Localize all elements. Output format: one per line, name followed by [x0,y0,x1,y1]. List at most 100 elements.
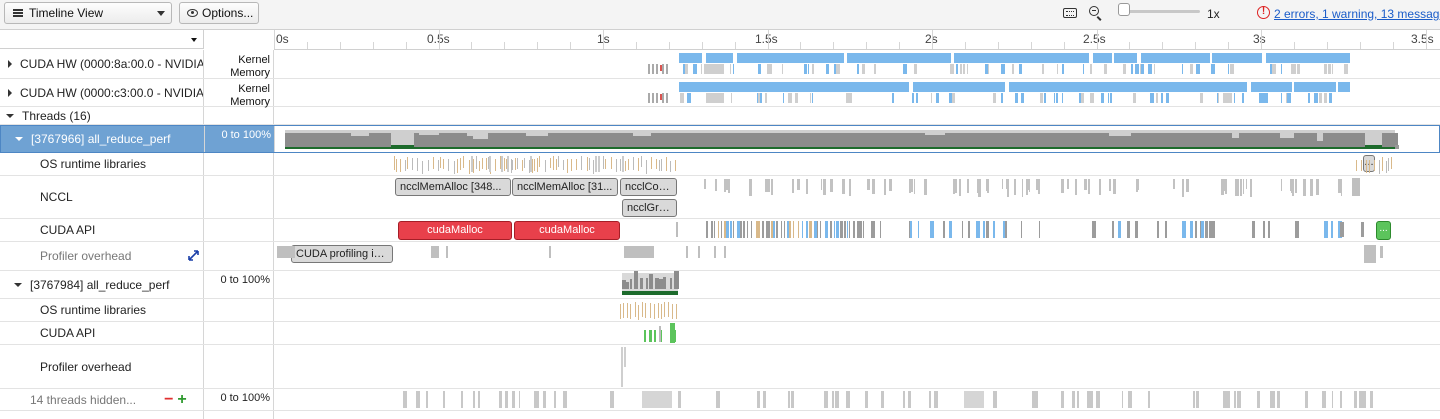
nccl-mark [728,179,730,194]
os-rt-block [589,158,591,170]
cuda-hw-row-2[interactable]: CUDA HW (0000:c3:00.0 - NVIDIA Kernel Me… [0,79,1440,108]
profiler-1-track[interactable]: CUDA profiling ini... [274,242,1440,270]
os-rt-block [472,159,474,173]
os-rt-block [534,158,536,171]
os-runtime-row-1[interactable]: OS runtime libraries ... [0,153,1440,176]
memory-block [769,64,773,74]
os-rt-block [669,160,671,173]
os-runtime-1-track[interactable]: ... [274,153,1440,175]
hidden-threads-track[interactable] [274,389,1440,410]
nccl-mark [770,179,773,196]
nccl-mark [765,179,769,193]
thread-util-block [1148,133,1170,147]
kernel-block [1274,53,1293,63]
thread-util-block [649,274,654,289]
cuda-hw-1-track[interactable] [274,50,1440,78]
memory-block [1001,64,1005,74]
thread-2-track[interactable] [274,271,1440,298]
hidden-thread-mark [1236,391,1239,408]
cuda-api-2-track[interactable] [274,322,1440,344]
expand-diagonal-icon[interactable] [188,250,199,261]
dropdown-arrow-icon[interactable] [191,38,197,42]
memory-block [1314,93,1319,103]
cuda-api-mark [871,221,875,238]
cuda-hw-1-label: CUDA HW (0000:8a:00.0 - NVIDIA [20,57,204,71]
thread-2-name[interactable]: [3767984] all_reduce_perf [0,271,204,298]
zoom-slider-track[interactable] [1118,10,1200,13]
kernel-block [1009,82,1019,92]
cuda-hw-2-name[interactable]: CUDA HW (0000:c3:00.0 - NVIDIA [0,79,204,106]
nccl-row-1[interactable]: NCCL ncclMemAlloc [348... ncclMemAlloc [… [0,176,1440,219]
keyboard-icon[interactable] [1063,8,1077,18]
zoom-out-icon[interactable] [1089,6,1099,16]
memory-block [1241,93,1244,103]
memory-block [758,64,761,74]
thread-row-2[interactable]: [3767984] all_reduce_perf 0 to 100% [0,271,1440,299]
options-button[interactable]: Options... [179,2,259,24]
collapse-arrow-icon[interactable] [14,282,22,287]
plus-icon[interactable]: + [177,391,186,409]
kernel-block [1169,53,1210,63]
thread-green-bar [622,291,678,295]
cuda-api-mark [1134,221,1138,238]
profiler-mark [621,347,623,387]
cuda-malloc-event-2[interactable]: cudaMalloc [514,221,620,240]
os-rt-block [479,160,481,172]
minus-icon[interactable]: − [164,391,173,409]
collapse-arrow-icon[interactable] [15,137,23,141]
hidden-thread-mark [677,391,681,408]
kernel-block [847,53,881,63]
threads-group-name[interactable]: Threads (16) [0,107,204,124]
profiler-mark [549,246,551,258]
expand-arrow-icon[interactable] [8,60,12,68]
view-select[interactable]: Timeline View [4,2,172,24]
os-rt-block [521,160,523,171]
ruler-tick [997,42,999,49]
thread-util-block [1322,133,1345,147]
thread-1-name[interactable]: [3767966] all_reduce_perf [1,126,205,152]
cuda-api-1-track[interactable]: cudaMalloc cudaMalloc ... [274,219,1440,241]
zoom-slider-thumb[interactable] [1117,3,1130,16]
cuda-hw-2-track[interactable] [274,79,1440,106]
nccl-group-event[interactable]: ncclGro... [622,199,677,217]
thread-util-block [491,133,505,147]
time-ruler[interactable]: 0s 0.5s 1s 1.5s 2s 2.5s 3s 3.5s [274,30,1440,50]
hidden-threads-name: 14 threads hidden... − + [0,389,204,410]
profiler-2-track[interactable] [274,345,1440,388]
memory-block [1222,93,1226,103]
thread-row-1[interactable]: [3767966] all_reduce_perf 0 to 100% [0,125,1440,153]
hidden-thread-mark [1076,391,1080,408]
hidden-threads-row[interactable]: 14 threads hidden... − + 0 to 100% [0,389,1440,411]
nccl-mem-alloc-event-2[interactable]: ncclMemAlloc [31... [512,178,618,196]
collapse-arrow-icon[interactable] [6,113,14,118]
os-rt-block [665,157,667,171]
cuda-hw-row-1[interactable]: CUDA HW (0000:8a:00.0 - NVIDIA Kernel Me… [0,50,1440,79]
threads-group-row[interactable]: Threads (16) [0,107,1440,125]
cuda-malloc-event-1[interactable]: cudaMalloc [398,221,512,240]
kernel-block [947,82,991,92]
errors-link[interactable]: 2 errors, 1 warning, 13 messages [1274,7,1440,21]
profiler-row-1[interactable]: Profiler overhead CUDA profiling ini... [0,242,1440,271]
os-runtime-row-2[interactable]: OS runtime libraries [0,299,1440,322]
nccl-mark [985,179,988,191]
nccl-mark [1280,179,1282,191]
kernel-block [881,53,889,63]
os-rt-block [571,158,573,171]
cuda-api-row-1[interactable]: CUDA API cudaMalloc cudaMalloc ... [0,219,1440,242]
nccl-mem-alloc-event-1[interactable]: ncclMemAlloc [348... [395,178,511,196]
nccl-1-range [204,176,274,218]
cuda-api-mark [761,221,764,238]
nccl-comm-event[interactable]: ncclCom... [620,178,677,196]
thread-util-block [640,277,643,289]
profiler-row-2[interactable]: Profiler overhead [0,345,1440,389]
os-runtime-2-track[interactable] [274,299,1440,321]
cuda-hw-1-name[interactable]: CUDA HW (0000:8a:00.0 - NVIDIA [0,50,204,78]
thread-1-track[interactable] [275,126,1440,152]
cuda-api-green-event[interactable]: ... [1376,221,1391,240]
cuda-api-row-2[interactable]: CUDA API [0,322,1440,345]
memory-block [1104,64,1107,74]
expand-arrow-icon[interactable] [8,88,12,97]
hidden-thread-mark [1331,391,1334,408]
cuda-profiling-init-event[interactable]: CUDA profiling ini... [291,245,393,263]
nccl-1-track[interactable]: ncclMemAlloc [348... ncclMemAlloc [31...… [274,176,1440,218]
